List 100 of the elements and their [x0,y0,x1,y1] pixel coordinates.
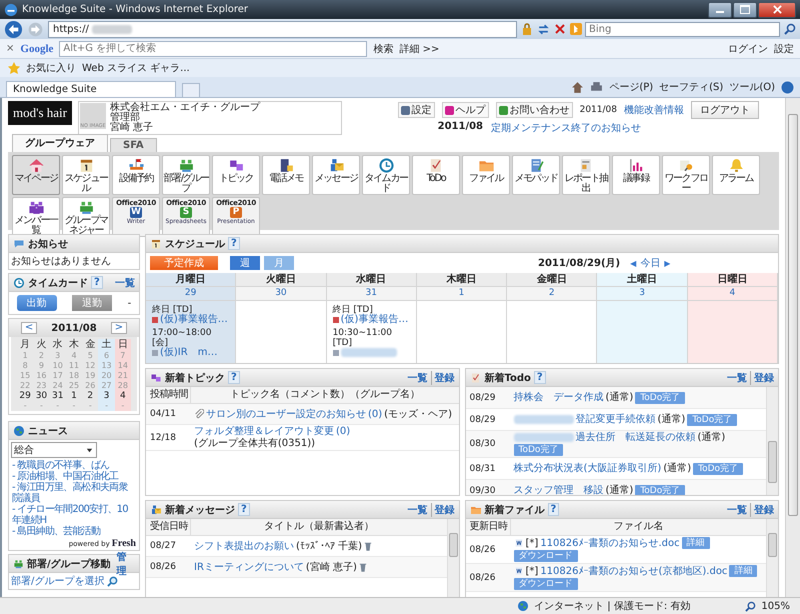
app-tile[interactable]: 設備予約 [112,155,160,195]
previous-month-button[interactable]: < [20,322,38,334]
close-button[interactable] [758,2,796,18]
search-field[interactable]: Alt+G を押して検索 [59,40,368,56]
clock-in-button[interactable]: 出勤 [16,295,57,311]
favorites-button[interactable]: お気に入り [26,61,76,75]
header-link[interactable]: 設定 [398,102,435,118]
day-cell[interactable]: 終日 [TD] (仮)事業報告… 10:30~11:00 [TD] [326,301,417,363]
help-button[interactable]: ? [228,371,240,384]
update-link[interactable]: 機能改善情報 [624,103,684,117]
calendar-day[interactable]: 30 [33,391,50,401]
help-button[interactable]: ? [238,503,250,516]
add-link[interactable]: 登録 [430,502,454,516]
message-link[interactable]: IRミーティングについて [194,562,304,572]
calendar-day[interactable]: 3 [98,391,115,401]
settings-button[interactable]: 設定 [774,42,794,56]
date-link[interactable]: 29 [146,287,236,301]
home-icon[interactable] [571,80,584,94]
manage-link[interactable]: 管理 [116,550,135,578]
download-button[interactable]: ダウンロード [514,550,578,562]
header-link[interactable]: ヘルプ [442,102,489,118]
date-link[interactable]: 4 [688,287,778,301]
search-field[interactable]: Bing [585,22,780,36]
list-link[interactable]: 一覧 [727,370,747,384]
previous-week-button[interactable]: ◀ [630,258,636,268]
date-link[interactable]: 30 [236,287,327,301]
next-month-button[interactable]: > [110,322,128,334]
calendar-day[interactable]: 1 [66,391,82,401]
close-toolbar-button[interactable]: × [6,43,14,54]
help-button[interactable]: ? [548,503,560,516]
login-button[interactable]: ログイン [728,42,768,56]
news-link[interactable]: - 教職員の不祥事、ばん [9,460,139,471]
date-link[interactable]: 3 [597,287,688,301]
command-menu[interactable]: ページ(P) [609,80,654,94]
day-cell[interactable]: 終日 [TD] (仮)事業報告… 17:00~18:00 [会] (仮)IR m… [146,301,236,363]
header-link[interactable]: お問い合わせ [496,102,573,118]
command-menu[interactable]: ツール(O) [729,80,775,94]
scrollbar[interactable] [446,519,458,597]
app-tile[interactable]: 部署/グループ [162,155,210,195]
minimize-button[interactable] [708,2,732,18]
complete-button[interactable]: ToDo完了 [635,392,686,404]
group-select-link[interactable]: 部署/グループを選択 [11,574,104,588]
view-toggle[interactable]: 週 [230,256,260,270]
create-event-button[interactable]: 予定作成 [150,256,218,270]
back-button[interactable] [4,20,23,38]
message-link[interactable]: シフト表提出のお願い [194,540,294,552]
zoom-icon[interactable] [745,600,756,612]
complete-button[interactable]: ToDo完了 [514,444,564,456]
help-button[interactable]: ? [91,276,103,289]
logout-button[interactable]: ログアウト [691,101,759,119]
trash-icon[interactable] [364,541,372,551]
add-link[interactable]: 登録 [750,502,774,516]
todo-link[interactable]: スタッフ管理 移設 [514,485,604,495]
news-link[interactable]: - 原油相場、中国石油化工 [9,471,139,482]
topic-link[interactable]: フォルダ整理＆レイアウト変更 [194,426,334,437]
app-tile[interactable]: トピック [212,155,260,195]
app-tile[interactable]: ToDo [412,155,460,195]
file-link[interactable]: 110826ﾒｰ書類のお知らせ(京都地区).doc [540,566,728,576]
event-link[interactable]: (仮)事業報告… [340,315,408,325]
help-button[interactable]: ? [534,371,546,384]
comment-count-link[interactable]: (0) [368,408,382,420]
web-slice-link[interactable]: Web スライス ギャラ... [82,61,190,75]
app-tile[interactable]: グループマネジャー [62,197,110,237]
event-link[interactable]: (仮)事業報告… [160,315,228,325]
todo-link[interactable]: 過去住所 転送延長の依頼 [576,432,696,443]
calendar-day[interactable]: 4 [114,391,131,401]
list-link[interactable]: 一覧 [115,276,135,290]
more-button[interactable]: 詳細 >> [399,42,440,56]
search-button[interactable]: 検索 [373,42,394,56]
today-link[interactable]: 今日 [640,256,660,270]
trash-icon[interactable] [358,562,367,572]
magnifier-icon[interactable] [107,576,118,586]
news-link[interactable]: - 海江田万里、高松和夫両衆院議員 [9,482,139,504]
list-link[interactable]: 一覧 [727,502,747,516]
app-tile[interactable]: 議事録 [612,155,660,195]
category-dropdown[interactable]: 総合 [11,442,97,458]
date-link[interactable]: 2 [507,287,598,301]
address-field[interactable]: https:// [48,20,517,38]
news-link[interactable]: - イチロー年間200安打、10年連続H [9,504,139,526]
comment-count-link[interactable]: (0) [336,426,350,437]
add-link[interactable]: 登録 [750,370,774,384]
next-week-button[interactable]: ▶ [664,258,670,268]
day-cell[interactable] [688,301,778,363]
day-cell[interactable] [597,301,688,363]
add-link[interactable]: 登録 [430,370,454,384]
todo-link[interactable]: 登記変更手続依頼 [576,414,656,425]
app-tile[interactable]: メモパッド [512,155,560,195]
app-tile[interactable]: メッセージ [312,155,360,195]
detail-button[interactable]: 詳細 [682,537,710,549]
app-tile[interactable]: スケジュール [62,155,110,195]
refresh-icon[interactable] [537,22,550,36]
browser-tab[interactable]: Knowledge Suite [6,81,176,97]
app-tile[interactable]: アラーム [712,155,760,195]
app-tile[interactable]: ワークフロー [662,155,710,195]
app-tile[interactable]: レポート抽出 [562,155,610,195]
date-link[interactable]: 31 [326,287,417,301]
topic-link[interactable]: サロン別のユーザー設定のお知らせ [206,408,366,420]
scrollbar[interactable] [766,519,778,597]
calendar-day[interactable]: 31 [50,391,66,401]
app-tile[interactable]: タイムカード [362,155,410,195]
